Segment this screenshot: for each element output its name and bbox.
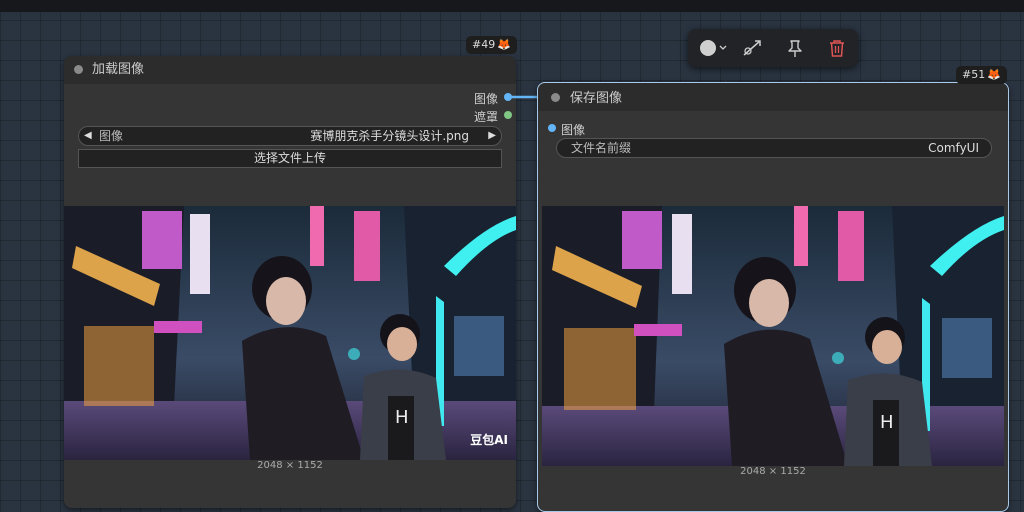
image-combo[interactable]: ◀ 图像 赛博朋克杀手分镜头设计.png ▶ [78, 126, 502, 146]
image-size-label: 2048 × 1152 [740, 466, 806, 477]
filename-prefix-field[interactable]: 文件名前缀 ComfyUI [556, 138, 992, 158]
filename-prefix-value: ComfyUI [928, 141, 979, 155]
image-combo-value: 赛博朋克杀手分镜头设计.png [310, 129, 469, 143]
output-label-mask: 遮罩 [473, 110, 498, 124]
filename-prefix-label: 文件名前缀 [571, 141, 632, 155]
fox-icon: 🦊 [987, 68, 1001, 81]
save-image-node[interactable]: 保存图像 图像 文件名前缀 ComfyUI H 2048 × 1152 [537, 82, 1009, 512]
node-title: 加载图像 [92, 62, 145, 77]
collapse-dot[interactable] [551, 93, 560, 102]
cyberpunk-image: H [542, 206, 1004, 466]
delete-icon [830, 40, 844, 57]
color-picker-button[interactable] [696, 37, 730, 59]
badge-id: #49 [472, 38, 496, 51]
node-id-badge-49: #49 🦊 [466, 36, 517, 54]
collapse-dot[interactable] [74, 65, 83, 74]
image-preview: H 豆包AI [64, 206, 516, 460]
svg-text:H: H [880, 412, 894, 433]
output-slot-mask[interactable] [504, 111, 512, 119]
top-bar [0, 0, 1024, 12]
upload-button[interactable]: 选择文件上传 [78, 149, 502, 168]
badge-id: #51 [962, 68, 986, 81]
color-icon [700, 40, 716, 56]
combo-next-arrow[interactable]: ▶ [488, 127, 496, 145]
image-size-label: 2048 × 1152 [257, 460, 323, 471]
svg-text:H: H [395, 407, 409, 428]
cyberpunk-image: H [64, 206, 516, 460]
delete-button[interactable] [826, 37, 848, 59]
image-preview: H [542, 206, 1004, 466]
load-image-node[interactable]: 加载图像 图像 遮罩 ◀ 图像 赛博朋克杀手分镜头设计.png ▶ 选择文件上传 [64, 56, 516, 508]
node-title-bar[interactable]: 保存图像 [538, 83, 1008, 111]
selection-toolbar [688, 29, 858, 67]
pin-button[interactable] [784, 37, 806, 59]
node-title: 保存图像 [570, 91, 623, 106]
node-title-bar[interactable]: 加载图像 [64, 56, 516, 84]
input-slot-image[interactable] [548, 124, 556, 132]
chevron-down-icon [719, 45, 727, 50]
node-id-badge-51: #51 🦊 [956, 66, 1007, 84]
bypass-icon [743, 40, 761, 56]
bypass-button[interactable] [740, 37, 764, 59]
image-combo-label: 图像 [99, 129, 124, 143]
watermark-text: 豆包AI [470, 433, 508, 447]
fox-icon: 🦊 [497, 38, 511, 51]
input-label-image: 图像 [561, 123, 586, 137]
combo-prev-arrow[interactable]: ◀ [84, 127, 92, 145]
output-label-image: 图像 [473, 92, 498, 106]
pin-icon [788, 40, 802, 57]
